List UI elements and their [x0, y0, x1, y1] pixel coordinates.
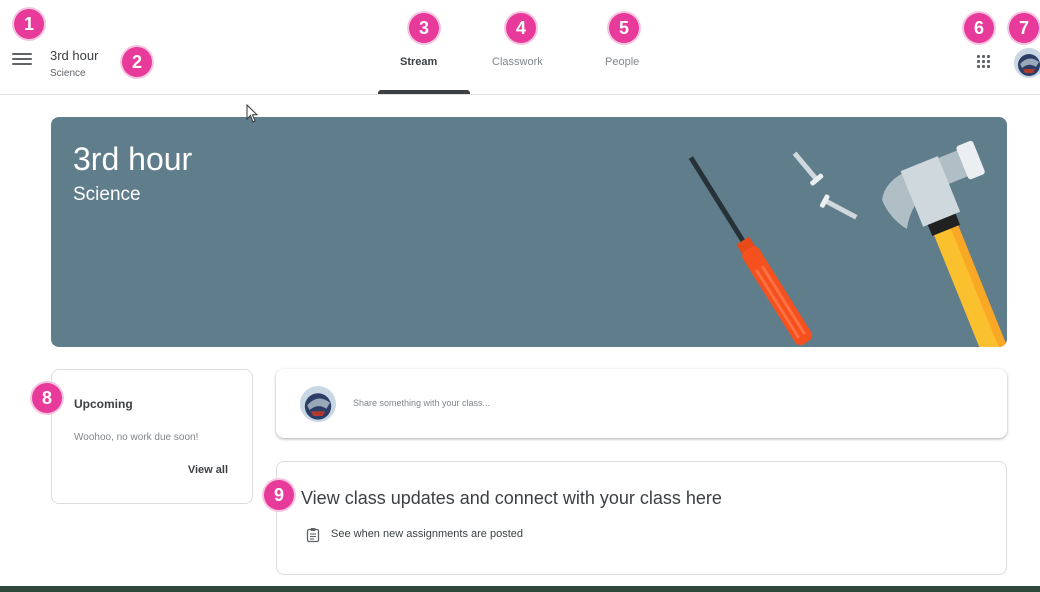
google-apps-icon[interactable] [976, 54, 992, 70]
share-composer[interactable]: Share something with your class... [276, 369, 1007, 438]
updates-feature-label: See when new assignments are posted [331, 528, 524, 540]
tab-classwork[interactable]: Classwork [492, 56, 543, 68]
assignment-icon [306, 528, 320, 543]
mouse-cursor-icon [246, 104, 259, 123]
class-name[interactable]: 3rd hour [50, 48, 98, 63]
account-avatar[interactable] [1014, 48, 1040, 78]
active-tab-indicator [378, 90, 470, 94]
upcoming-message: Woohoo, no work due soon! [74, 432, 199, 443]
upcoming-card: Upcoming Woohoo, no work due soon! View … [51, 369, 253, 504]
view-all-link[interactable]: View all [188, 464, 228, 476]
banner-subtitle: Science [73, 184, 141, 205]
share-input-placeholder[interactable]: Share something with your class... [353, 398, 490, 408]
tools-illustration [688, 140, 1007, 347]
callout-1: 1 [14, 9, 44, 39]
callout-3: 3 [409, 13, 439, 43]
callout-9: 9 [264, 480, 294, 510]
banner-title[interactable]: 3rd hour [73, 141, 192, 178]
tab-people[interactable]: People [605, 56, 639, 68]
callout-5: 5 [609, 13, 639, 43]
callout-2: 2 [122, 47, 152, 77]
user-avatar [300, 386, 336, 422]
tab-stream[interactable]: Stream [400, 56, 437, 68]
callout-7: 7 [1009, 13, 1039, 43]
updates-heading: View class updates and connect with your… [301, 488, 722, 508]
class-updates-card: View class updates and connect with your… [276, 461, 1007, 575]
upcoming-title: Upcoming [74, 397, 133, 411]
bottom-edge [0, 586, 1040, 592]
callout-8: 8 [32, 383, 62, 413]
callout-6: 6 [964, 13, 994, 43]
class-banner: 3rd hour Science [51, 117, 1007, 347]
main-menu-icon[interactable] [12, 53, 32, 69]
class-subject: Science [50, 68, 86, 79]
callout-4: 4 [506, 13, 536, 43]
